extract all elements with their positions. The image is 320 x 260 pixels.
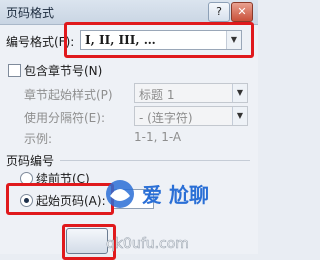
dialog-title: 页码格式: [6, 6, 55, 20]
include-chapter-label: 包含章节号(N): [24, 64, 103, 78]
example-label: 示例:: [24, 132, 53, 146]
page-number-format-dialog: 页码格式 ? ✕ 编号格式(F): I, II, III, … ▼ 包含章节号(…: [0, 0, 258, 260]
section-divider: [60, 160, 250, 161]
separator-label: 使用分隔符(E):: [24, 111, 105, 125]
example-value: 1-1, 1-A: [134, 130, 182, 144]
chevron-down-icon[interactable]: ▼: [232, 107, 247, 125]
chapter-style-select[interactable]: 标题 1 ▼: [134, 83, 248, 103]
watermark-logo: 爱 尬聊 qk0ufu.com: [106, 180, 209, 252]
close-button[interactable]: ✕: [231, 2, 253, 22]
include-chapter-checkbox[interactable]: [8, 64, 21, 77]
chapter-style-value: 标题 1: [139, 88, 175, 102]
separator-select[interactable]: - (连字符) ▼: [134, 106, 248, 126]
help-button[interactable]: ?: [208, 2, 230, 22]
chevron-down-icon[interactable]: ▼: [232, 84, 247, 102]
watermark-text: 爱 尬聊: [142, 183, 209, 207]
separator-value: - (连字符): [139, 111, 193, 125]
chapter-style-label: 章节起始样式(P): [24, 88, 113, 102]
highlight-box-format: [64, 22, 254, 58]
watermark-url: qk0ufu.com: [106, 236, 189, 252]
page-numbering-heading: 页码编号: [6, 154, 55, 168]
